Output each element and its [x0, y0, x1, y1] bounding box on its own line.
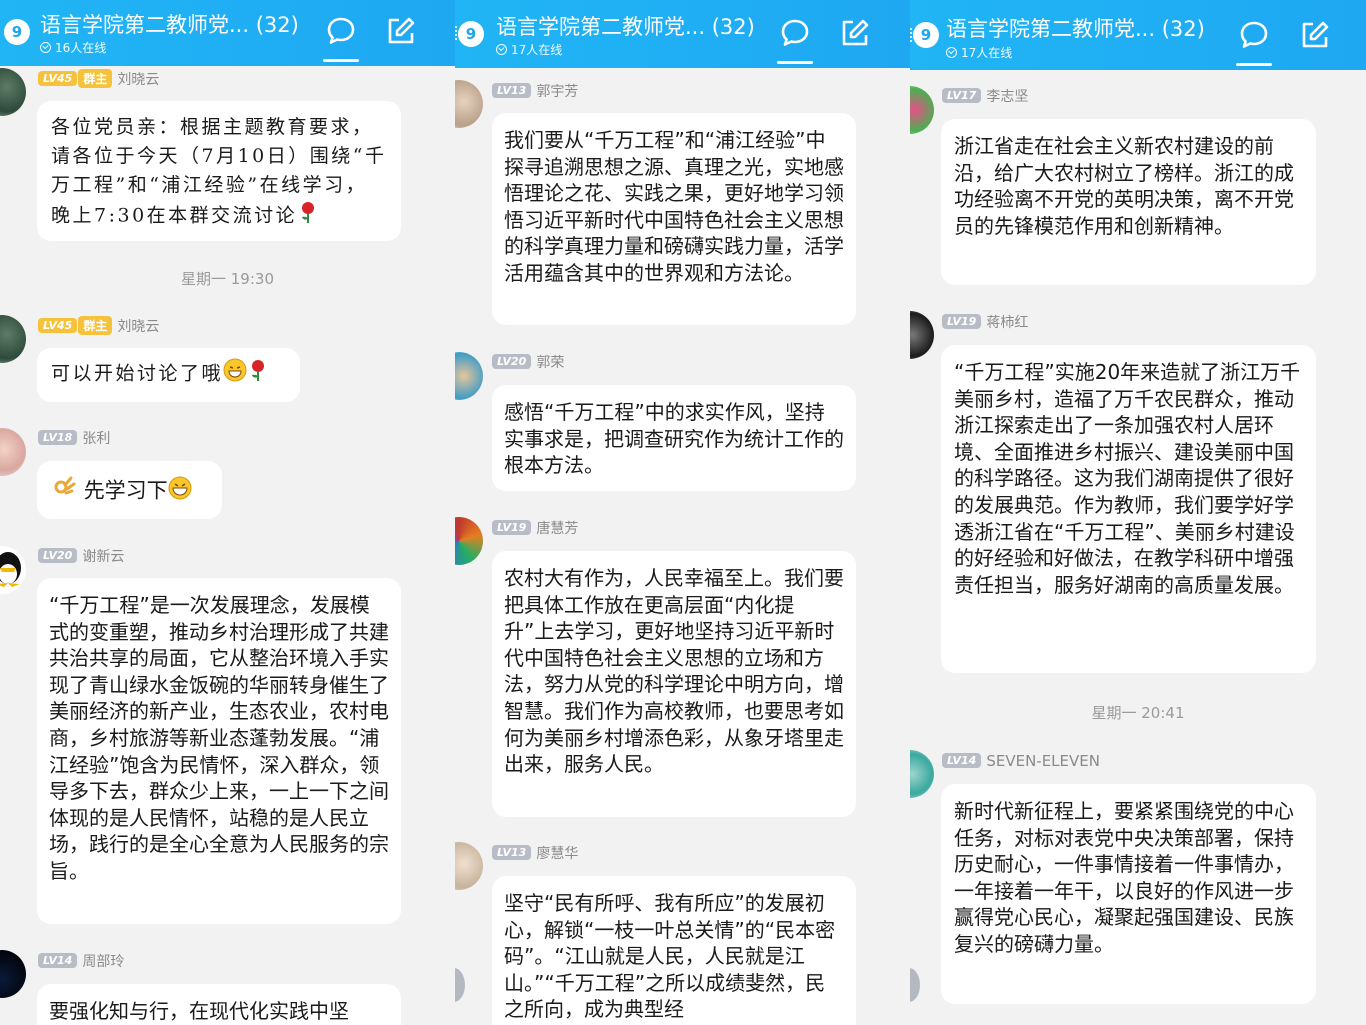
chat-panel-1: 9 语言学院第二教师党... (32) 16人在线 LV45 群主 刘晓云 各位党员… — [0, 0, 455, 1025]
online-count: 16人在线 — [40, 39, 106, 56]
avatar[interactable] — [455, 80, 483, 128]
sender-meta: LV45 群主 刘晓云 — [38, 315, 159, 335]
sender-meta: LV19 蒋柿红 — [942, 311, 1028, 331]
grin-emoji — [223, 358, 247, 391]
message-bubble[interactable]: 先学习下 — [37, 461, 222, 519]
rose-emoji — [247, 358, 269, 391]
message-bubble[interactable]: 可以开始讨论了哦 — [37, 348, 300, 402]
sender-name[interactable]: 谢新云 — [82, 549, 124, 565]
level-badge: LV45 — [38, 71, 78, 86]
sender-meta: LV13 郭宇芳 — [492, 80, 578, 100]
avatar[interactable] — [455, 352, 483, 400]
message-bubble[interactable]: 新时代新征程上，要紧紧围绕党的中心任务，对标对表党中央决策部署，保持历史耐心，一… — [941, 784, 1316, 1004]
sender-name[interactable]: 廖慧华 — [536, 846, 578, 862]
timestamp: 星期一 19:30 — [181, 270, 274, 288]
level-badge: LV18 — [38, 430, 78, 445]
level-badge: LV19 — [942, 314, 982, 329]
chat-panel-3: 9 语言学院第二教师党... (32) 17人在线 LV17 李志坚 浙江省走在社… — [910, 0, 1366, 1025]
online-icon — [946, 47, 957, 58]
message-bubble[interactable]: 坚守“民有所呼、我有所应”的发展初心，解锁“一枝一叶总关情”的“民本密码”。“江… — [492, 876, 856, 1025]
sender-name[interactable]: 郭荣 — [536, 355, 564, 371]
active-tab-indicator — [1236, 63, 1272, 66]
edit-icon[interactable] — [838, 16, 872, 50]
level-badge: LV20 — [492, 354, 532, 369]
avatar[interactable] — [0, 68, 26, 116]
level-badge: LV14 — [38, 953, 78, 968]
unread-badge[interactable]: 9 — [913, 22, 939, 48]
sender-name[interactable]: 李志坚 — [986, 89, 1028, 105]
message-bubble[interactable]: 我们要从“千万工程”和“浦江经验”中探寻追溯思想之源、真理之光，实地感悟理论之花… — [492, 113, 856, 325]
sender-meta: LV14 SEVEN-ELEVEN — [942, 750, 1100, 770]
edit-icon[interactable] — [384, 14, 418, 48]
message-bubble[interactable]: 浙江省走在社会主义新农村建设的前沿，给广大农村树立了榜样。浙江的成功经验离不开党… — [941, 119, 1316, 285]
active-tab-indicator — [323, 59, 359, 62]
message-bubble[interactable]: 各位党员亲：根据主题教育要求，请各位于今天（7月10日）围绕“千万工程”和“浦江… — [37, 101, 401, 241]
message-bubble[interactable]: 感悟“千万工程”中的求实作风，坚持实事求是，把调查研究作为统计工作的根本方法。 — [492, 385, 856, 491]
avatar[interactable] — [910, 750, 934, 798]
sender-name[interactable]: SEVEN-ELEVEN — [986, 752, 1100, 770]
avatar[interactable] — [455, 842, 483, 890]
sender-meta: LV14 周部玲 — [38, 950, 124, 970]
chat-header: 9 语言学院第二教师党... (32) 17人在线 — [455, 0, 910, 68]
online-count: 17人在线 — [946, 44, 1012, 61]
avatar[interactable] — [0, 315, 26, 363]
sender-name[interactable]: 蒋柿红 — [986, 315, 1028, 331]
sender-meta: LV17 李志坚 — [942, 85, 1028, 105]
unread-badge[interactable]: 9 — [4, 19, 30, 45]
role-badge: 群主 — [78, 69, 113, 88]
group-title[interactable]: 语言学院第二教师党... (32) — [496, 11, 755, 41]
scroll-handle[interactable] — [910, 968, 920, 1002]
level-badge: LV17 — [942, 88, 982, 103]
grin-emoji — [168, 476, 192, 507]
online-icon — [496, 44, 507, 55]
message-bubble[interactable]: “千万工程”是一次发展理念，发展模式的变重塑，推动乡村治理形成了共建共治共享的局… — [37, 578, 401, 924]
message-bubble[interactable]: “千万工程”实施20年来造就了浙江万千美丽乡村，造福了万千农民群众，推动浙江探索… — [941, 345, 1316, 673]
message-bubble[interactable]: 要强化知与行，在现代化实践中坚 — [37, 984, 401, 1025]
sender-meta: LV20 谢新云 — [38, 545, 124, 565]
chat-header: 9 语言学院第二教师党... (32) 17人在线 — [910, 0, 1366, 70]
level-badge: LV13 — [492, 845, 532, 860]
ok-hand-emoji — [51, 475, 77, 508]
chat-icon[interactable] — [1237, 18, 1271, 52]
role-badge: 群主 — [78, 316, 113, 335]
sender-name[interactable]: 郭宇芳 — [536, 84, 578, 100]
group-title[interactable]: 语言学院第二教师党... (32) — [946, 13, 1205, 43]
online-count: 17人在线 — [496, 41, 562, 58]
level-badge: LV19 — [492, 520, 532, 535]
sender-meta: LV18 张利 — [38, 427, 110, 447]
level-badge: LV20 — [38, 548, 78, 563]
sender-name[interactable]: 唐慧芳 — [536, 521, 578, 537]
scroll-handle[interactable] — [455, 968, 465, 1002]
chat-icon[interactable] — [324, 14, 358, 48]
avatar[interactable] — [0, 428, 26, 476]
rose-emoji — [297, 200, 319, 233]
level-badge: LV45 — [38, 318, 78, 333]
timestamp: 星期一 20:41 — [1091, 704, 1185, 722]
sender-meta: LV13 廖慧华 — [492, 842, 578, 862]
avatar[interactable] — [0, 546, 26, 594]
avatar[interactable] — [910, 311, 934, 359]
sender-meta: LV20 郭荣 — [492, 351, 564, 371]
avatar[interactable] — [0, 950, 26, 998]
sender-meta: LV19 唐慧芳 — [492, 517, 578, 537]
message-bubble[interactable]: 农村大有作为，人民幸福至上。我们要把具体工作放在更高层面“内化提升”上去学习，更… — [492, 551, 856, 817]
chat-icon[interactable] — [778, 16, 812, 50]
chat-panel-2: 9 语言学院第二教师党... (32) 17人在线 LV13 郭宇芳 我们要从“千… — [455, 0, 910, 1025]
sender-name[interactable]: 刘晓云 — [117, 319, 159, 335]
unread-badge[interactable]: 9 — [458, 21, 484, 47]
online-icon — [40, 42, 51, 53]
avatar[interactable] — [910, 86, 934, 134]
chat-header: 9 语言学院第二教师党... (32) 16人在线 — [0, 0, 455, 66]
sender-meta: LV45 群主 刘晓云 — [38, 68, 159, 88]
avatar[interactable] — [455, 517, 483, 565]
edit-icon[interactable] — [1298, 18, 1332, 52]
active-tab-indicator — [777, 61, 813, 64]
level-badge: LV14 — [942, 753, 982, 768]
sender-name[interactable]: 张利 — [82, 431, 110, 447]
sender-name[interactable]: 周部玲 — [82, 954, 124, 970]
sender-name[interactable]: 刘晓云 — [117, 72, 159, 88]
group-title[interactable]: 语言学院第二教师党... (32) — [40, 9, 299, 39]
level-badge: LV13 — [492, 83, 532, 98]
